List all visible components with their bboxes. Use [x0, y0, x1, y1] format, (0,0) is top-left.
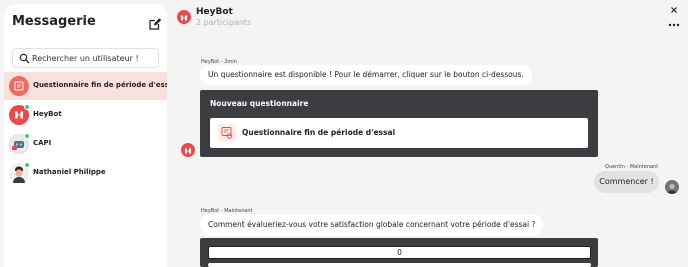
- survey-card: Nouveau questionnaire Questionnaire fin …: [200, 90, 598, 157]
- message-meta: Quentin - Maintenant: [605, 164, 659, 170]
- rating-option[interactable]: [208, 263, 591, 267]
- conversation-item-nathaniel[interactable]: Nathaniel Philippe: [4, 159, 167, 187]
- message-bubble: Commencer !: [594, 171, 659, 193]
- heybot-logo-icon: [181, 143, 195, 157]
- online-indicator: [24, 104, 30, 110]
- questionnaire-avatar: [9, 76, 29, 96]
- conversation-name: CAPI: [33, 139, 52, 147]
- survey-button-label: Questionnaire fin de période d'essai: [242, 128, 396, 137]
- participants-count: 2 participants: [196, 18, 252, 27]
- close-icon[interactable]: [669, 5, 679, 15]
- conversation-name: HeyBot: [33, 110, 62, 118]
- search-input[interactable]: [32, 51, 156, 66]
- conversation-name: Nathaniel Philippe: [33, 168, 106, 176]
- start-survey-button[interactable]: Questionnaire fin de période d'essai: [210, 118, 588, 148]
- conversation-item-heybot[interactable]: HeyBot: [4, 101, 167, 129]
- search-icon: [19, 53, 30, 64]
- message-bubble: Un questionnaire est disponible ! Pour l…: [200, 65, 532, 85]
- rating-option[interactable]: 0: [208, 246, 591, 259]
- survey-icon: [14, 81, 24, 91]
- rating-card: 0: [200, 238, 598, 267]
- chat-title: HeyBot: [196, 7, 233, 17]
- heybot-logo-icon: [177, 10, 191, 24]
- more-options-icon[interactable]: [667, 22, 681, 28]
- conversation-item-questionnaire[interactable]: Questionnaire fin de période d'essai: [4, 72, 167, 100]
- sidebar-title: Messagerie: [12, 14, 96, 29]
- online-indicator: [24, 162, 30, 168]
- survey-icon: [218, 124, 236, 142]
- new-message-icon[interactable]: [148, 17, 162, 31]
- message-bubble: Comment évalueriez-vous votre satisfacti…: [200, 214, 544, 236]
- search-box: [12, 48, 159, 68]
- sidebar-header: Messagerie: [12, 14, 162, 34]
- conversation-item-capi[interactable]: CAPI: [4, 130, 167, 158]
- chat-panel: HeyBot 2 participants HeyBot - 2min Un q…: [168, 0, 688, 267]
- sidebar: Messagerie Questionnaire fin de période …: [4, 4, 167, 267]
- survey-card-title: Nouveau questionnaire: [210, 99, 309, 108]
- online-indicator: [24, 133, 30, 139]
- conversation-name: Questionnaire fin de période d'essai: [33, 81, 167, 89]
- user-avatar: [665, 180, 679, 194]
